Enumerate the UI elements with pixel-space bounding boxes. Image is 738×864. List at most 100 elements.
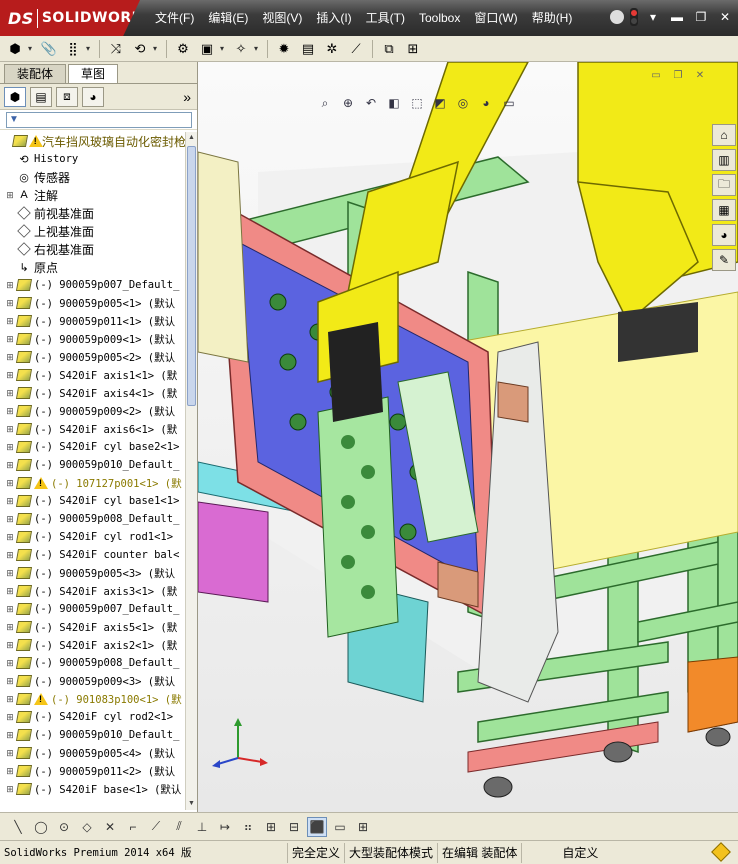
expand-icon[interactable]: ⊞ (4, 658, 16, 669)
tree-item[interactable]: ⊞ (-) 900059p005<1> (默认 (0, 294, 186, 312)
rebuild-traffic-light-icon[interactable] (630, 8, 638, 26)
close-button[interactable]: ✕ (716, 8, 734, 26)
interference-detection-icon[interactable]: ⧉ (378, 39, 400, 59)
graphics-area[interactable]: ▭ ❐ ✕ ⌕ ⊕ ↶ ◧ ⬚ ◩ ◎ ◕ ▭ ⌂ ▥ 🗀 ▦ ◕ ✎ (198, 62, 738, 812)
expand-icon[interactable]: ⊞ (4, 514, 16, 525)
scroll-thumb[interactable] (187, 146, 196, 406)
expand-icon[interactable]: ⊞ (4, 424, 16, 435)
expand-icon[interactable]: ⊞ (4, 748, 16, 759)
tree-item[interactable]: ⟲ History (0, 150, 186, 168)
zoom-to-area-icon[interactable]: ⊕ (339, 94, 357, 112)
smart-fasteners-icon[interactable]: ⚙ (172, 39, 194, 59)
reference-geometry-icon[interactable]: ✧ (230, 39, 252, 59)
dimension-icon[interactable]: ↦ (215, 817, 235, 837)
perpendicular-icon[interactable]: ⊥ (192, 817, 212, 837)
tree-item[interactable]: ⊞ (-) 900059p007_Default_ (0, 276, 186, 294)
expand-icon[interactable]: ⊞ (4, 406, 16, 417)
snap-icon[interactable]: ⠶ (238, 817, 258, 837)
tab-sketch[interactable]: 草图 (68, 64, 119, 83)
tree-item[interactable]: ⊞ (-) S420iF axis2<1> (默 (0, 636, 186, 654)
section-view-icon[interactable]: ◧ (385, 94, 403, 112)
tree-item[interactable]: ⊞ (-) 900059p005<2> (默认 (0, 348, 186, 366)
tree-item[interactable]: ⊞ (-) S420iF cyl rod2<1> (0, 708, 186, 726)
file-explorer-icon[interactable]: 🗀 (712, 174, 736, 196)
pencil-icon[interactable] (711, 842, 731, 862)
circle-icon[interactable]: ◯ (31, 817, 51, 837)
zoom-to-fit-icon[interactable]: ⌕ (316, 94, 334, 112)
expand-icon[interactable]: ⊞ (4, 532, 16, 543)
tree-item[interactable]: ⊞ (-) 900059p011<1> (默认 (0, 312, 186, 330)
tree-item[interactable]: ⊞ (-) 900059p010_Default_ (0, 726, 186, 744)
tree-item[interactable]: ⊞ (-) S420iF axis4<1> (默 (0, 384, 186, 402)
chevron-down-icon[interactable]: ▾ (254, 44, 262, 53)
unit-system[interactable]: 自定义 (522, 843, 602, 863)
tree-item[interactable]: ⊞ (-) S420iF cyl base1<1> (0, 492, 186, 510)
expand-icon[interactable]: ⊞ (4, 334, 16, 345)
feature-manager-tree-icon[interactable]: ⬢ (4, 86, 26, 107)
restore-button[interactable]: ❐ (692, 8, 710, 26)
tree-item[interactable]: ⊞ (-) 900059p009<3> (默认 (0, 672, 186, 690)
expand-icon[interactable]: ⊞ (4, 496, 16, 507)
expand-icon[interactable]: ⊞ (4, 478, 16, 489)
tree-item[interactable]: ⊞ (-) 900059p005<3> (默认 (0, 564, 186, 582)
expand-icon[interactable]: ⊞ (4, 190, 16, 201)
single-view-icon[interactable]: ▭ (330, 817, 350, 837)
expand-icon[interactable]: ⊞ (4, 676, 16, 687)
solidworks-resources-icon[interactable]: ⌂ (712, 124, 736, 146)
expand-icon[interactable]: ⊞ (4, 712, 16, 723)
tree-item[interactable]: ⊞ (-) 900059p008_Default_ (0, 510, 186, 528)
expand-icon[interactable]: ⊞ (4, 730, 16, 741)
previous-view-icon[interactable]: ↶ (362, 94, 380, 112)
display-style-icon[interactable]: ◩ (431, 94, 449, 112)
view-palette-icon[interactable]: ▦ (712, 199, 736, 221)
design-library-icon[interactable]: ▥ (712, 149, 736, 171)
tree-item[interactable]: 上视基准面 (0, 222, 186, 240)
viewport-restore-icon[interactable]: ❐ (670, 70, 686, 84)
tree-item[interactable]: ⊞ (-) S420iF axis1<1> (默 (0, 366, 186, 384)
four-view-icon[interactable]: ⊞ (353, 817, 373, 837)
viewport-minimize-icon[interactable]: ▭ (648, 70, 664, 84)
tree-item[interactable]: ⊞ A 注解 (0, 186, 186, 204)
hide-show-items-icon[interactable]: ◎ (454, 94, 472, 112)
expand-icon[interactable]: ⊞ (4, 568, 16, 579)
tree-item[interactable]: ⊞ (-) S420iF cyl base2<1> (0, 438, 186, 456)
menu-view[interactable]: 视图(V) (255, 0, 309, 36)
tree-item[interactable]: ⊞ (-) S420iF axis5<1> (默 (0, 618, 186, 636)
viewport-close-icon[interactable]: ✕ (692, 70, 708, 84)
expand-icon[interactable]: ⊞ (4, 640, 16, 651)
assembly-features-icon[interactable]: ▣ (196, 39, 218, 59)
point-icon[interactable]: ⊙ (54, 817, 74, 837)
expand-icon[interactable]: ⊞ (4, 604, 16, 615)
parallel-icon[interactable]: ⫽ (169, 817, 189, 837)
tangent-icon[interactable]: ⟋ (146, 817, 166, 837)
mate-icon[interactable]: 📎 (38, 39, 60, 59)
tab-assembly[interactable]: 装配体 (4, 64, 67, 83)
tree-item[interactable]: 前视基准面 (0, 204, 186, 222)
expand-icon[interactable]: ⊞ (4, 766, 16, 777)
pin-icon[interactable] (610, 10, 624, 24)
expand-icon[interactable]: ⊞ (4, 298, 16, 309)
configuration-manager-icon[interactable]: ⧈ (56, 86, 78, 107)
menu-help[interactable]: 帮助(H) (525, 0, 580, 36)
solidworks-logo[interactable]: DS SOLIDWORKS (0, 0, 140, 36)
move-component-icon[interactable]: ⤨ (105, 39, 127, 59)
exploded-view-icon[interactable]: ✲ (321, 39, 343, 59)
expand-icon[interactable]: ⊞ (4, 388, 16, 399)
tree-scrollbar[interactable]: ▲ ▼ (185, 132, 197, 810)
menu-file[interactable]: 文件(F) (148, 0, 201, 36)
tree-item[interactable]: ⊞ (-) 900059p010_Default_ (0, 456, 186, 474)
tree-item[interactable]: ⊞ (-) 900059p009<2> (默认 (0, 402, 186, 420)
corner-icon[interactable]: ⌐ (123, 817, 143, 837)
menu-window[interactable]: 窗口(W) (467, 0, 524, 36)
appearances-icon[interactable]: ◕ (712, 224, 736, 246)
tree-item[interactable]: ⊞ (-) S420iF axis3<1> (默 (0, 582, 186, 600)
midpoint-icon[interactable]: ◇ (77, 817, 97, 837)
expand-icon[interactable]: ⊞ (4, 352, 16, 363)
property-manager-icon[interactable]: ▤ (30, 86, 52, 107)
options-dropdown-icon[interactable]: ▾ (644, 8, 662, 26)
grid-icon[interactable]: ⊞ (261, 817, 281, 837)
tree-item[interactable]: ⊞ (-) S420iF counter bal< (0, 546, 186, 564)
chevron-down-icon[interactable]: ▾ (220, 44, 228, 53)
menu-tools[interactable]: 工具(T) (359, 0, 412, 36)
scroll-down-icon[interactable]: ▼ (186, 798, 197, 810)
